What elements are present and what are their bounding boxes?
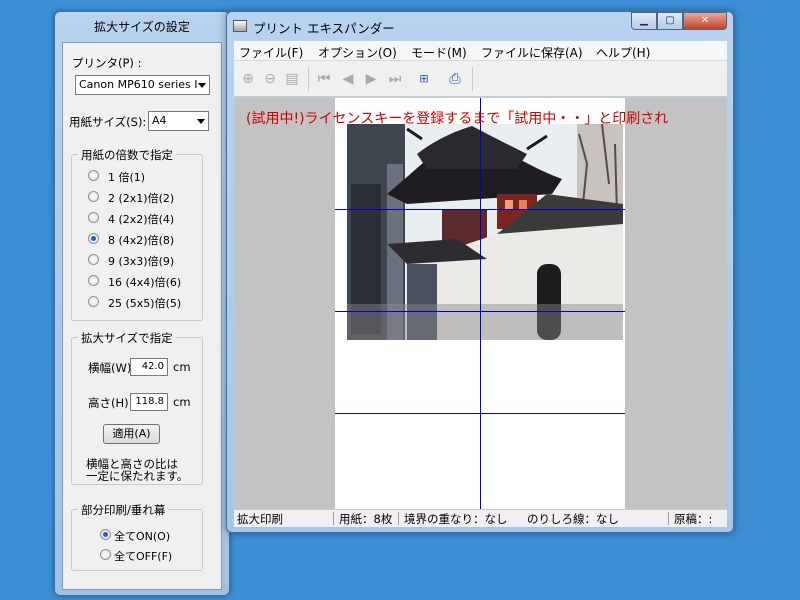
menu-help[interactable]: ヘルプ(H) [596,44,650,61]
multiplier-group: 用紙の倍数で指定 1 倍(1) 2 (2x1)倍(2) 4 (2x2)倍(4) 8 (… [71,147,203,321]
multiplier-option-label: 9 (3x3)倍(9) [108,255,175,268]
print-expander-window: プリント エキスパンダー ▁ ▢ ✕ ファイル(F) オプション(O) モード(… [226,11,734,533]
toolbar-separator [308,67,309,91]
menu-bar: ファイル(F) オプション(O) モード(M) ファイルに保存(A) ヘルプ(H… [234,41,727,61]
zoom-out-icon[interactable]: ⊖ [262,71,278,87]
next-page-icon[interactable]: ▶ [363,71,379,87]
printer-label: プリンタ(P) : [72,56,142,70]
main-window-title: プリント エキスパンダー [253,21,395,36]
chevron-down-icon [197,119,205,124]
multiplier-option-label: 16 (4x4)倍(6) [108,276,182,289]
radio-indicator[interactable] [88,296,99,307]
toolbar-separator [472,67,473,91]
status-glue-line: のりしろ線：なし [527,512,619,526]
printer-app-icon [233,20,247,32]
caption-buttons: ▁ ▢ ✕ [631,12,727,30]
multiplier-option-label: 4 (2x2)倍(4) [108,213,175,226]
menu-save-to-file[interactable]: ファイルに保存(A) [481,44,583,61]
width-unit: cm [173,360,191,374]
all-on-label: 全てON(O) [114,530,171,543]
radio-indicator[interactable] [100,529,111,540]
toolbar: ⊕ ⊖ ▤ ⏮ ◀ ▶ ⏭ ⊞ ⎙ [234,61,727,97]
maximize-icon: ▢ [665,15,675,26]
printer-select-value: Canon MP610 series I [79,78,198,91]
status-original: 原稿：: [674,512,713,526]
last-page-icon[interactable]: ⏭ [387,71,403,87]
trial-watermark: (試用中!)ライセンスキーを登録するまで「試用中・・」と印刷され [246,111,669,127]
menu-options[interactable]: オプション(O) [318,44,397,61]
partial-print-group-title: 部分印刷/垂れ幕 [78,502,169,518]
size-group-title: 拡大サイズで指定 [78,330,176,346]
radio-indicator[interactable] [88,212,99,223]
multiplier-option-label: 8 (4x2)倍(8) [108,234,175,247]
settings-client-area: プリンタ(P) : Canon MP610 series I 用紙サイズ(S):… [62,42,222,590]
size-settings-window: 拡大サイズの設定 プリンタ(P) : Canon MP610 series I … [54,11,230,596]
radio-indicator[interactable] [100,549,111,560]
layout-icon[interactable]: ⊞ [416,71,432,87]
zoom-in-icon[interactable]: ⊕ [240,71,256,87]
first-page-icon[interactable]: ⏮ [316,71,332,87]
minimize-button[interactable]: ▁ [631,12,657,30]
ratio-note: 横幅と高さの比は 一定に保たれます。 [86,458,188,482]
height-label: 高さ(H) [88,396,129,410]
partial-print-group: 部分印刷/垂れ幕 全てON(O) 全てOFF(F) [71,502,203,571]
status-overlap: 境界の重なり：なし [404,512,508,526]
multiplier-option-label: 25 (5x5)倍(5) [108,297,182,310]
status-divider [398,512,399,525]
close-button[interactable]: ✕ [683,12,727,30]
multiplier-option-label: 1 倍(1) [108,171,146,184]
width-label: 横幅(W) [88,361,132,375]
preview-area[interactable]: (試用中!)ライセンスキーを登録するまで「試用中・・」と印刷され [234,98,727,509]
status-divider [668,512,669,525]
multiplier-option-label: 2 (2x1)倍(2) [108,192,175,205]
paper-size-select[interactable]: A4 [148,111,209,131]
paper-size-value: A4 [152,114,167,127]
preview-page [335,98,625,509]
menu-mode[interactable]: モード(M) [411,44,467,61]
menu-file[interactable]: ファイル(F) [239,44,303,61]
multiplier-group-title: 用紙の倍数で指定 [78,147,176,163]
minimize-icon: ▁ [640,15,648,26]
width-input[interactable]: 42.0 [130,358,168,376]
apply-button[interactable]: 適用(A) [103,424,160,444]
printer-select[interactable]: Canon MP610 series I [75,75,210,95]
printer-icon[interactable]: ⎙ [447,71,463,87]
tile-grid-line [480,98,481,509]
prev-page-icon[interactable]: ◀ [340,71,356,87]
size-group: 拡大サイズで指定 横幅(W) 42.0 cm 高さ(H) 118.8 cm 適用… [71,330,203,485]
radio-indicator[interactable] [88,170,99,181]
all-off-label: 全てOFF(F) [114,550,173,563]
height-input[interactable]: 118.8 [130,393,168,411]
radio-indicator[interactable] [88,191,99,202]
status-sheets: 用紙：8枚 [339,512,393,526]
status-bar: 拡大印刷 用紙：8枚 境界の重なり：なし のりしろ線：なし 原稿：: [234,509,727,527]
radio-indicator[interactable] [88,233,99,244]
close-icon: ✕ [700,15,710,26]
status-divider [333,512,334,525]
ratio-note-line-2: 一定に保たれます。 [86,469,189,483]
radio-indicator[interactable] [88,275,99,286]
status-mode: 拡大印刷 [237,512,283,526]
maximize-button[interactable]: ▢ [657,12,683,30]
paper-size-label: 用紙サイズ(S): [69,115,147,129]
radio-indicator[interactable] [88,254,99,265]
page-icon[interactable]: ▤ [284,71,300,87]
height-unit: cm [173,395,191,409]
chevron-down-icon [198,83,206,88]
settings-window-title: 拡大サイズの設定 [94,20,190,34]
preview-photo [347,124,623,340]
